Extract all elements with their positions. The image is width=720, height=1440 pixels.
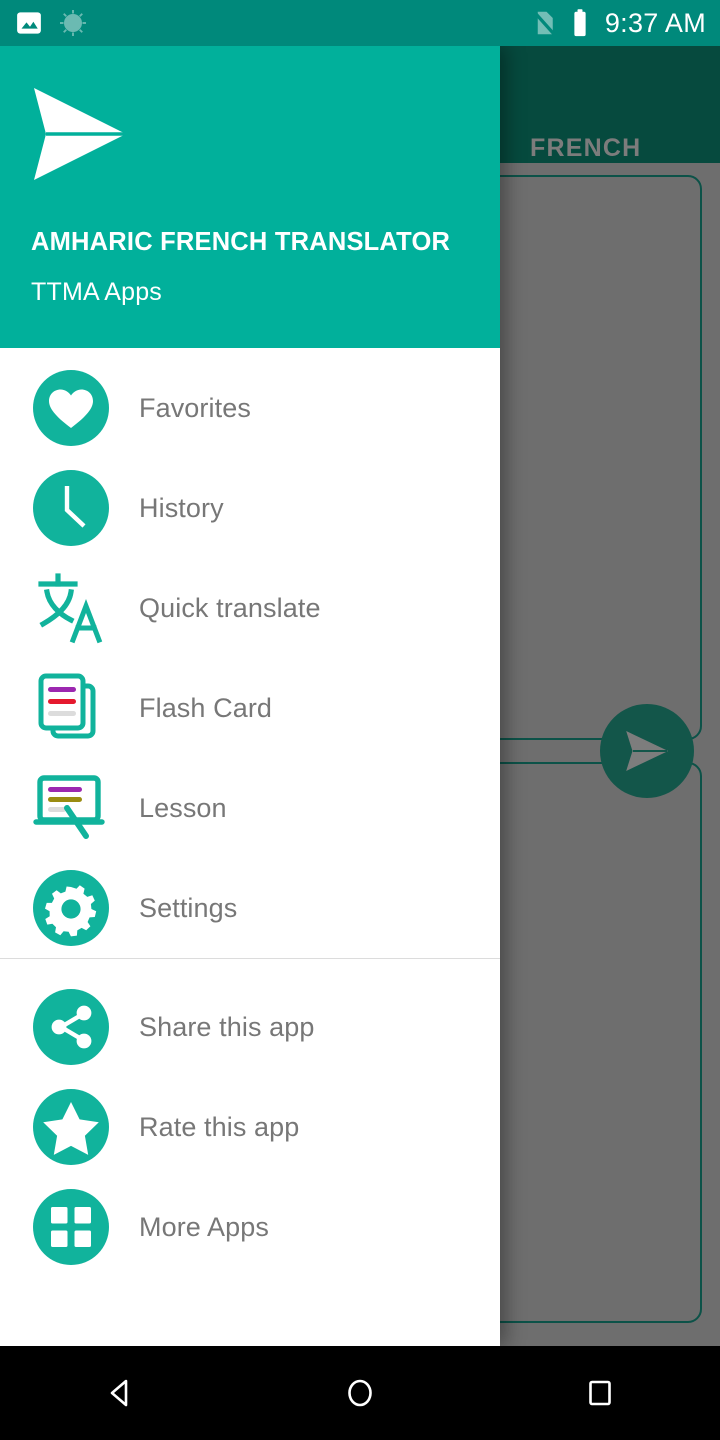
phone-screen: FRENCH 9:37 AM AMHARIC FRENCH TRANSLATOR…: [0, 0, 720, 1440]
drawer-item-history[interactable]: History: [0, 458, 500, 558]
drawer-item-share-this-app[interactable]: Share this app: [0, 977, 500, 1077]
status-bar-clock: 9:37 AM: [604, 7, 706, 38]
status-bar-left-icons: [14, 8, 88, 38]
send-translate-fab[interactable]: [600, 704, 694, 798]
drawer-item-label: Settings: [139, 892, 238, 923]
drawer-item-label: Quick translate: [139, 592, 321, 623]
no-sim-card-icon: [529, 8, 559, 38]
drawer-item-label: Rate this app: [139, 1111, 300, 1142]
drawer-item-label: Favorites: [139, 392, 251, 423]
battery-full-icon: [571, 8, 589, 38]
drawer-item-rate-this-app[interactable]: Rate this app: [0, 1077, 500, 1177]
screenshot-processing-icon: [58, 8, 88, 38]
android-nav-bar: [0, 1346, 720, 1440]
nav-back-button[interactable]: [60, 1346, 180, 1440]
drawer-app-subtitle: TTMA Apps: [31, 278, 163, 306]
translate-icon: [31, 568, 111, 648]
drawer-header: AMHARIC FRENCH TRANSLATOR TTMA Apps: [0, 46, 500, 348]
drawer-item-quick-translate[interactable]: Quick translate: [0, 558, 500, 658]
drawer-item-label: More Apps: [139, 1211, 269, 1242]
flash-card-icon: [31, 668, 111, 748]
gear-icon: [31, 868, 111, 948]
share-icon: [31, 987, 111, 1067]
background-appbar-title: FRENCH: [530, 134, 642, 162]
status-bar: 9:37 AM: [0, 0, 720, 46]
drawer-item-more-apps[interactable]: More Apps: [0, 1177, 500, 1277]
nav-recents-button[interactable]: [540, 1346, 660, 1440]
drawer-menu-secondary: Share this app Rate this app More Apps: [0, 959, 500, 1277]
star-icon: [31, 1087, 111, 1167]
drawer-item-flash-card[interactable]: Flash Card: [0, 658, 500, 758]
drawer-item-label: History: [139, 492, 224, 523]
navigation-drawer[interactable]: AMHARIC FRENCH TRANSLATOR TTMA Apps Favo…: [0, 46, 500, 1346]
status-bar-right-icons: 9:37 AM: [529, 8, 706, 39]
drawer-app-title: AMHARIC FRENCH TRANSLATOR: [31, 228, 451, 256]
drawer-item-favorites[interactable]: Favorites: [0, 358, 500, 458]
photo-icon: [14, 8, 44, 38]
drawer-item-label: Share this app: [139, 1011, 315, 1042]
drawer-item-settings[interactable]: Settings: [0, 858, 500, 958]
drawer-item-label: Flash Card: [139, 692, 273, 723]
heart-icon: [31, 368, 111, 448]
send-plane-logo: [30, 84, 130, 189]
drawer-item-lesson[interactable]: Lesson: [0, 758, 500, 858]
lesson-board-icon: [31, 768, 111, 848]
clock-icon: [31, 468, 111, 548]
grid-apps-icon: [31, 1187, 111, 1267]
nav-home-button[interactable]: [300, 1346, 420, 1440]
drawer-menu-primary: Favorites History Quick translate Flash …: [0, 348, 500, 958]
drawer-item-label: Lesson: [139, 792, 227, 823]
